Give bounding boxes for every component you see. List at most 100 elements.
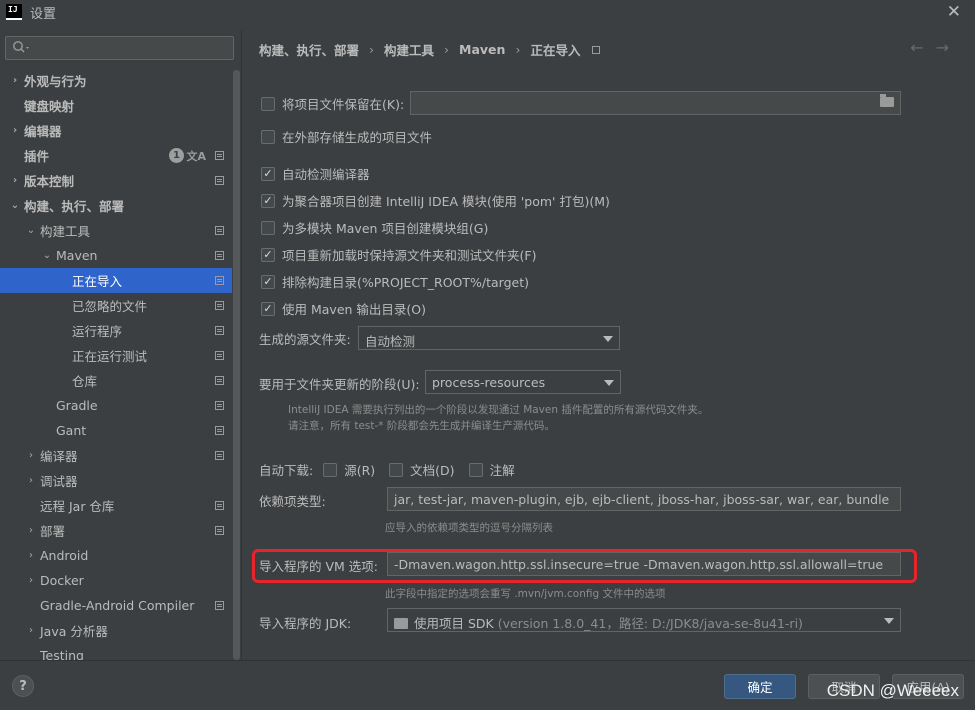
sidebar-item[interactable]: › 编辑器 [0, 118, 232, 143]
sidebar-item-label: 运行程序 [72, 324, 123, 339]
create-module-groups-checkbox[interactable] [261, 220, 275, 235]
update-phase-label: 要用于文件夹更新的阶段(U): [259, 377, 420, 392]
jdk-dropdown[interactable]: 使用项目 SDK (version 1.8.0_41，路径: D:/JDK8/j… [387, 608, 901, 632]
folder-icon[interactable] [880, 94, 894, 107]
sidebar-item[interactable]: 正在导入 [0, 268, 232, 293]
keep-project-files-label: 将项目文件保留在(K): [282, 97, 405, 112]
project-settings-icon [215, 501, 224, 510]
detect-compiler-checkbox[interactable]: ✓ [261, 166, 275, 181]
store-external-row: 在外部存储生成的项目文件 [261, 127, 432, 146]
chevron-right-icon[interactable]: › [8, 125, 22, 136]
vm-options-hint: 此字段中指定的选项会重写 .mvn/jvm.config 文件中的选项 [385, 588, 666, 600]
settings-search-box[interactable] [5, 36, 234, 60]
sidebar-item[interactable]: Testing [0, 643, 232, 660]
keep-source-folders-checkbox[interactable]: ✓ [261, 247, 275, 262]
sidebar-item[interactable]: › Java 分析器 [0, 618, 232, 643]
sidebar-scrollbar[interactable] [233, 70, 240, 660]
settings-tree: › 外观与行为 键盘映射 › 编辑器 插件 1 文A › 版本控制 ⌄ 构建、执行、部署 ⌄ 构建工具 ⌄ M… [0, 68, 232, 660]
breadcrumb-separator: › [444, 42, 450, 57]
update-count-badge: 1 [169, 148, 184, 163]
use-maven-output-checkbox[interactable]: ✓ [261, 301, 275, 316]
search-input[interactable] [34, 39, 229, 57]
breadcrumb-maven[interactable]: Maven [459, 42, 505, 57]
sidebar-item[interactable]: › Android [0, 543, 232, 568]
chevron-down-icon[interactable]: ⌄ [8, 200, 22, 211]
vm-options-highlight [252, 549, 917, 583]
store-external-checkbox[interactable] [261, 129, 275, 144]
sidebar-item[interactable]: ⌄ Maven [0, 243, 232, 268]
chevron-right-icon[interactable]: › [8, 75, 22, 86]
ok-button[interactable]: 确定 [724, 674, 796, 699]
sidebar-item[interactable]: › 编译器 [0, 443, 232, 468]
breadcrumb-build-execution-deployment[interactable]: 构建、执行、部署 [259, 40, 359, 59]
sidebar-item[interactable]: Gant [0, 418, 232, 443]
chevron-down-icon[interactable]: ⌄ [40, 250, 54, 261]
sidebar-item-label: 已忽略的文件 [72, 299, 148, 314]
dependency-types-field[interactable]: jar, test-jar, maven-plugin, ejb, ejb-cl… [387, 487, 901, 511]
sidebar-item[interactable]: ⌄ 构建、执行、部署 [0, 193, 232, 218]
exclude-build-dir-row: ✓ 排除构建目录(%PROJECT_ROOT%/target) [261, 272, 529, 291]
breadcrumb-importing: 正在导入 [530, 43, 581, 58]
breadcrumb-build-tools[interactable]: 构建工具 [384, 40, 434, 59]
settings-sidebar: › 外观与行为 键盘映射 › 编辑器 插件 1 文A › 版本控制 ⌄ 构建、执行、部署 ⌄ 构建工具 ⌄ M… [0, 30, 242, 660]
sidebar-item[interactable]: › 部署 [0, 518, 232, 543]
chevron-right-icon[interactable]: › [24, 625, 38, 636]
project-settings-icon [215, 351, 224, 360]
chevron-right-icon[interactable]: › [24, 575, 38, 586]
project-settings-icon [215, 176, 224, 185]
sidebar-item-label: 插件 [24, 149, 50, 164]
back-arrow-icon[interactable]: ← [910, 38, 935, 57]
chevron-right-icon[interactable]: › [24, 525, 38, 536]
exclude-build-dir-checkbox[interactable]: ✓ [261, 274, 275, 289]
update-phase-dropdown[interactable]: process-resources [425, 370, 621, 394]
sidebar-item[interactable]: Gradle [0, 393, 232, 418]
sidebar-item[interactable]: 运行程序 [0, 318, 232, 343]
sidebar-item[interactable]: › 外观与行为 [0, 68, 232, 93]
chevron-right-icon[interactable]: › [8, 175, 22, 186]
sidebar-item-label: 构建、执行、部署 [24, 199, 125, 214]
keep-project-files-row: 将项目文件保留在(K): [261, 94, 404, 113]
title-bar: IJ 设置 ✕ [0, 0, 975, 24]
keep-project-files-path-field[interactable] [410, 91, 901, 115]
close-icon[interactable]: ✕ [947, 2, 961, 22]
sidebar-item[interactable]: 远程 Jar 仓库 [0, 493, 232, 518]
sidebar-item-label: 键盘映射 [24, 99, 75, 114]
create-idea-module-row: ✓ 为聚合器项目创建 IntelliJ IDEA 模块(使用 'pom' 打包)… [261, 191, 610, 210]
chevron-down-icon[interactable]: ⌄ [24, 225, 38, 236]
sidebar-item[interactable]: 键盘映射 [0, 93, 232, 118]
detect-compiler-row: ✓ 自动检测编译器 [261, 164, 370, 183]
help-button[interactable]: ? [12, 675, 34, 697]
download-docs-checkbox[interactable] [389, 462, 404, 477]
generated-sources-value: 自动检测 [365, 334, 416, 349]
project-settings-icon [215, 301, 224, 310]
sidebar-item[interactable]: › 调试器 [0, 468, 232, 493]
sidebar-item-label: 调试器 [40, 474, 78, 489]
dialog-button-bar: ? 确定 取消 应用(A) CSDN @Weeeex [0, 660, 975, 710]
breadcrumb-separator: › [369, 42, 375, 57]
project-settings-icon [215, 151, 224, 160]
update-phase-hint-2: 请注意，所有 test-* 阶段都会先生成并编译生产源代码。 [288, 420, 555, 432]
project-settings-icon [215, 601, 224, 610]
sidebar-item[interactable]: Gradle-Android Compiler [0, 593, 232, 618]
forward-arrow-icon[interactable]: → [936, 38, 961, 57]
download-sources-checkbox[interactable] [323, 462, 338, 477]
sidebar-item[interactable]: 插件 1 文A [0, 143, 232, 168]
detect-compiler-label: 自动检测编译器 [282, 167, 370, 182]
sidebar-item[interactable]: › Docker [0, 568, 232, 593]
sidebar-item[interactable]: › 版本控制 [0, 168, 232, 193]
sidebar-item[interactable]: 已忽略的文件 [0, 293, 232, 318]
keep-source-folders-label: 项目重新加载时保持源文件夹和测试文件夹(F) [282, 248, 537, 263]
sidebar-item[interactable]: ⌄ 构建工具 [0, 218, 232, 243]
create-idea-module-checkbox[interactable]: ✓ [261, 193, 275, 208]
keep-project-files-checkbox[interactable] [261, 96, 275, 111]
sidebar-item[interactable]: 仓库 [0, 368, 232, 393]
sidebar-item[interactable]: 正在运行测试 [0, 343, 232, 368]
project-settings-icon [215, 226, 224, 235]
chevron-right-icon[interactable]: › [24, 475, 38, 486]
chevron-right-icon[interactable]: › [24, 550, 38, 561]
sidebar-item-label: 部署 [40, 524, 66, 539]
chevron-right-icon[interactable]: › [24, 450, 38, 461]
download-annotations-checkbox[interactable] [468, 462, 483, 477]
auto-download-row: 自动下载: 源(R) 文档(D) 注解 [259, 460, 515, 479]
generated-sources-dropdown[interactable]: 自动检测 [358, 326, 620, 350]
